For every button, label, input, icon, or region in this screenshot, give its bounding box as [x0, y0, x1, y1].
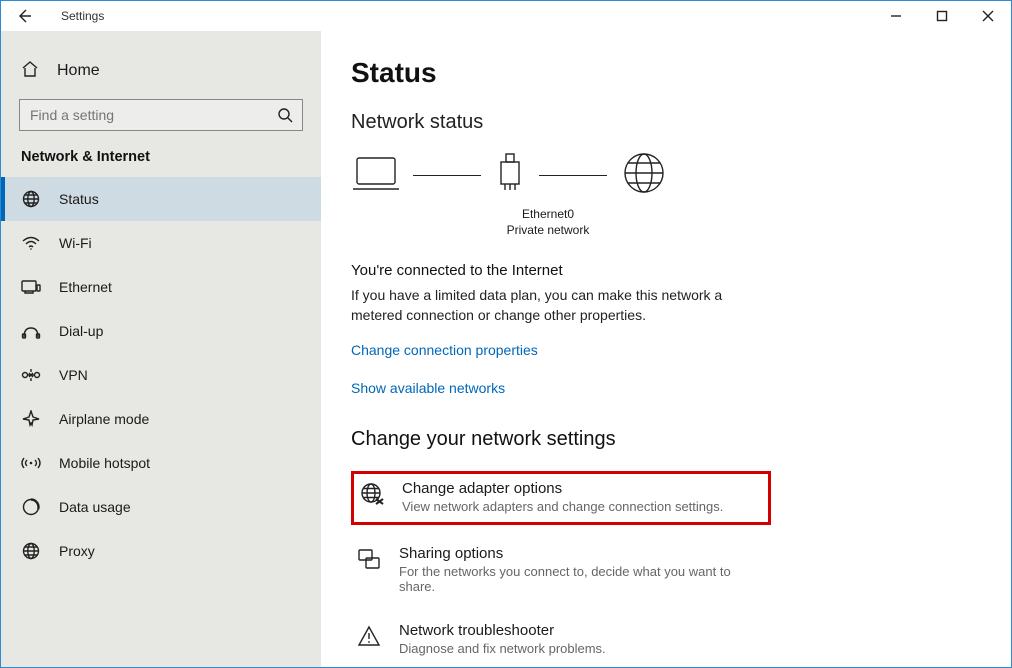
hotspot-icon — [21, 453, 41, 473]
sidebar-item-dialup[interactable]: Dial-up — [1, 309, 321, 353]
page-title: Status — [351, 57, 981, 89]
network-diagram — [353, 150, 981, 201]
sidebar-item-wifi[interactable]: Wi-Fi — [1, 221, 321, 265]
sidebar-item-status[interactable]: Status — [1, 177, 321, 221]
sidebar-item-proxy[interactable]: Proxy — [1, 529, 321, 573]
adapter-icon — [495, 152, 525, 199]
globe-icon — [21, 189, 41, 209]
airplane-icon — [21, 409, 41, 429]
option-desc: For the networks you connect to, decide … — [399, 564, 765, 594]
home-button[interactable]: Home — [1, 53, 321, 89]
option-title: Network troubleshooter — [399, 622, 606, 639]
data-usage-icon — [21, 497, 41, 517]
home-icon — [21, 60, 39, 83]
option-sharing[interactable]: Sharing options For the networks you con… — [351, 539, 771, 602]
proxy-icon — [21, 541, 41, 561]
sidebar-item-vpn[interactable]: VPN — [1, 353, 321, 397]
sidebar-item-label: Status — [59, 191, 99, 207]
connected-heading: You're connected to the Internet — [351, 262, 981, 279]
adapter-profile: Private network — [443, 223, 653, 239]
sidebar-item-ethernet[interactable]: Ethernet — [1, 265, 321, 309]
search-input[interactable] — [19, 99, 303, 131]
search-icon — [277, 107, 293, 128]
sidebar-item-label: Airplane mode — [59, 411, 149, 427]
option-title: Sharing options — [399, 545, 765, 562]
wire-icon — [413, 175, 481, 177]
sidebar-item-label: Proxy — [59, 543, 95, 559]
adapter-options-icon — [360, 480, 386, 514]
sidebar-item-label: VPN — [59, 367, 88, 383]
sidebar-group-heading: Network & Internet — [1, 149, 321, 177]
sidebar-item-airplane[interactable]: Airplane mode — [1, 397, 321, 441]
change-settings-heading: Change your network settings — [351, 428, 981, 451]
option-desc: Diagnose and fix network problems. — [399, 641, 606, 656]
sidebar-item-label: Dial-up — [59, 323, 103, 339]
home-label: Home — [57, 62, 100, 80]
sidebar: Home Network & Internet Status Wi-Fi — [1, 31, 321, 667]
sidebar-item-label: Mobile hotspot — [59, 455, 150, 471]
sidebar-item-label: Data usage — [59, 499, 131, 515]
pc-icon — [353, 152, 399, 199]
sidebar-item-label: Ethernet — [59, 279, 112, 295]
option-troubleshooter[interactable]: Network troubleshooter Diagnose and fix … — [351, 616, 771, 664]
ethernet-icon — [21, 277, 41, 297]
content-pane: Status Network status Ethernet0 Private … — [321, 31, 1011, 667]
wire-icon — [539, 175, 607, 177]
globe-icon — [621, 150, 667, 201]
option-title: Change adapter options — [402, 480, 723, 497]
close-button[interactable] — [965, 1, 1011, 31]
adapter-caption: Ethernet0 Private network — [351, 207, 653, 238]
option-change-adapter[interactable]: Change adapter options View network adap… — [351, 471, 771, 525]
warning-icon — [357, 622, 383, 656]
sidebar-item-hotspot[interactable]: Mobile hotspot — [1, 441, 321, 485]
window-title: Settings — [61, 9, 104, 23]
back-button[interactable] — [1, 1, 47, 31]
wifi-icon — [21, 233, 41, 253]
option-desc: View network adapters and change connect… — [402, 499, 723, 514]
status-heading: Network status — [351, 111, 981, 134]
adapter-name: Ethernet0 — [443, 207, 653, 223]
minimize-button[interactable] — [873, 1, 919, 31]
dialup-icon — [21, 321, 41, 341]
maximize-button[interactable] — [919, 1, 965, 31]
link-show-available-networks[interactable]: Show available networks — [351, 380, 505, 396]
titlebar: Settings — [1, 1, 1011, 31]
vpn-icon — [21, 365, 41, 385]
sidebar-item-label: Wi-Fi — [59, 235, 92, 251]
connected-body: If you have a limited data plan, you can… — [351, 285, 761, 326]
link-change-connection-properties[interactable]: Change connection properties — [351, 342, 538, 358]
sharing-icon — [357, 545, 383, 594]
sidebar-item-datausage[interactable]: Data usage — [1, 485, 321, 529]
